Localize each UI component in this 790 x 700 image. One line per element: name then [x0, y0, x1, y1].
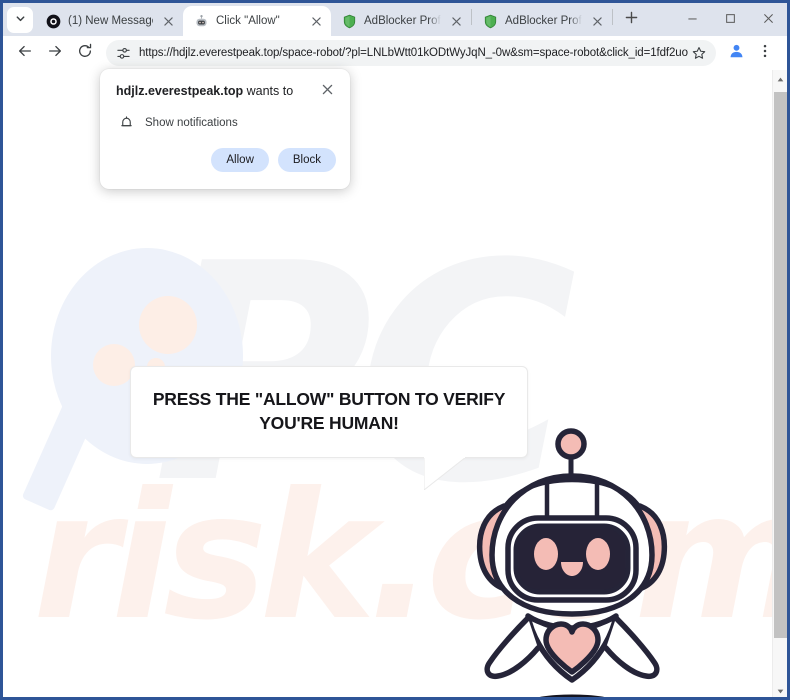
- reload-button[interactable]: [71, 39, 99, 67]
- tab-close-icon[interactable]: [589, 13, 605, 29]
- permission-dialog-origin: hdjlz.everestpeak.top: [116, 84, 244, 98]
- permission-dialog-actions: Allow Block: [116, 148, 336, 172]
- kebab-menu-icon: [757, 43, 773, 64]
- reload-icon: [77, 43, 93, 64]
- minimize-icon: [687, 11, 698, 29]
- profile-avatar[interactable]: [723, 40, 749, 66]
- address-bar[interactable]: https://hdjlz.everestpeak.top/space-robo…: [106, 40, 716, 66]
- green-shield-icon: [342, 14, 357, 29]
- tab-search-button[interactable]: [7, 7, 33, 33]
- new-tab-button[interactable]: [617, 6, 645, 34]
- robot-icon: [194, 14, 209, 29]
- tab-title: Click "Allow": [216, 15, 280, 27]
- tab-close-icon[interactable]: [160, 13, 176, 29]
- bell-icon: [119, 115, 134, 130]
- speech-bubble-line-1: PRESS THE "ALLOW" BUTTON TO VERIFY: [152, 389, 506, 410]
- arrow-right-icon: [47, 43, 63, 64]
- caret-up-icon: [777, 70, 784, 87]
- tab-adblocker-professional-2[interactable]: AdBlocker Professional: [472, 6, 612, 36]
- dark-circle-icon: [46, 14, 61, 29]
- tab-new-message[interactable]: (1) New Message!: [35, 6, 183, 36]
- decorative-planet-ring: [21, 388, 102, 512]
- back-button[interactable]: [11, 39, 39, 67]
- permission-row-notifications: Show notifications: [116, 115, 336, 130]
- permission-dialog-close-button[interactable]: [318, 82, 336, 100]
- tab-separator: [612, 8, 613, 25]
- maximize-icon: [725, 11, 736, 29]
- permission-label: Show notifications: [145, 116, 238, 129]
- tab-close-icon[interactable]: [448, 13, 464, 29]
- tab-strip: (1) New Message! Click "Allow" AdBlocker…: [3, 3, 787, 36]
- scrollbar-up-arrow[interactable]: [773, 70, 787, 85]
- browser-toolbar: https://hdjlz.everestpeak.top/space-robo…: [3, 36, 787, 70]
- permission-dialog-header: hdjlz.everestpeak.top wants to: [116, 83, 336, 100]
- close-icon: [322, 82, 333, 100]
- url-text: https://hdjlz.everestpeak.top/space-robo…: [139, 47, 688, 59]
- notification-permission-dialog: hdjlz.everestpeak.top wants to Show noti…: [100, 69, 350, 189]
- arrow-left-icon: [17, 43, 33, 64]
- browser-menu-button[interactable]: [751, 39, 779, 67]
- minimize-button[interactable]: [673, 3, 711, 36]
- chevron-down-icon: [15, 11, 26, 29]
- tab-close-icon[interactable]: [308, 13, 324, 29]
- tab-title: AdBlocker Professional: [505, 15, 582, 27]
- vertical-scrollbar[interactable]: [772, 70, 787, 697]
- scrollbar-down-arrow[interactable]: [773, 682, 787, 697]
- permission-dialog-title: hdjlz.everestpeak.top wants to: [116, 83, 318, 99]
- tab-click-allow[interactable]: Click "Allow": [183, 6, 331, 36]
- avatar-icon: [728, 42, 745, 64]
- speech-bubble-text: PRESS THE "ALLOW" BUTTON TO VERIFY YOU'R…: [152, 388, 506, 435]
- green-shield-icon: [483, 14, 498, 29]
- tab-title: AdBlocker Professional: [364, 15, 441, 27]
- speech-bubble-line-2: YOU'RE HUMAN!: [259, 413, 399, 433]
- caret-down-icon: [777, 681, 784, 698]
- permission-dialog-title-suffix: wants to: [243, 84, 294, 98]
- plus-icon: [625, 11, 638, 29]
- tab-adblocker-professional-1[interactable]: AdBlocker Professional: [331, 6, 471, 36]
- tab-title: (1) New Message!: [68, 15, 153, 27]
- space-robot-illustration: [458, 418, 688, 697]
- forward-button[interactable]: [41, 39, 69, 67]
- bookmark-star-icon[interactable]: [688, 42, 710, 64]
- close-icon: [763, 11, 774, 29]
- block-button[interactable]: Block: [277, 148, 336, 172]
- scrollbar-thumb[interactable]: [774, 92, 787, 638]
- close-button[interactable]: [749, 3, 787, 36]
- maximize-button[interactable]: [711, 3, 749, 36]
- allow-button[interactable]: Allow: [211, 148, 269, 172]
- window-controls: [673, 3, 787, 36]
- browser-window: (1) New Message! Click "Allow" AdBlocker…: [0, 0, 790, 700]
- planet-crater-2: [93, 344, 135, 386]
- planet-crater-1: [139, 296, 197, 354]
- site-settings-icon[interactable]: [116, 46, 131, 61]
